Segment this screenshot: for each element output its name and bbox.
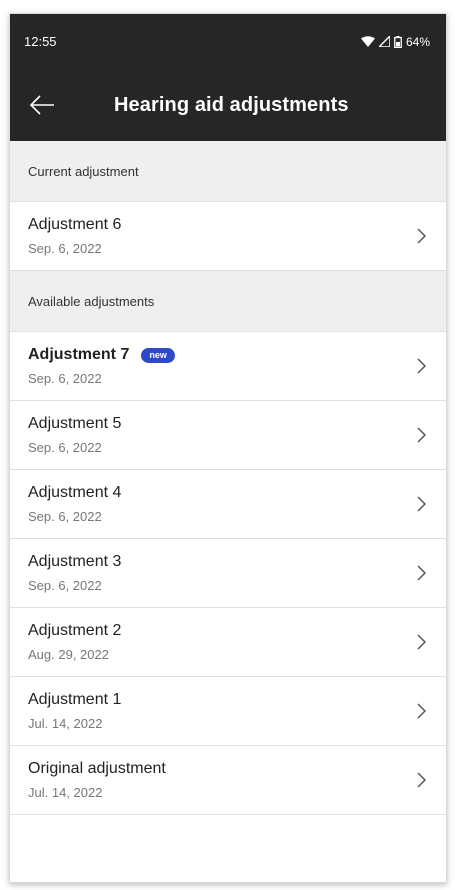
chevron-wrap bbox=[416, 771, 430, 789]
chevron-wrap bbox=[416, 227, 430, 245]
adjustment-row[interactable]: Adjustment 6 Sep. 6, 2022 bbox=[10, 202, 446, 271]
chevron-right-icon bbox=[417, 228, 426, 244]
status-time: 12:55 bbox=[24, 34, 57, 49]
adjustment-title-wrap: Adjustment 6 bbox=[28, 216, 121, 234]
adjustment-title: Adjustment 2 bbox=[28, 622, 122, 639]
status-icons: 64% bbox=[360, 34, 430, 49]
adjustment-date: Sep. 6, 2022 bbox=[28, 440, 102, 455]
adjustment-title-wrap: Adjustment 5 bbox=[28, 415, 121, 433]
adjustment-text: Adjustment 4 Sep. 6, 2022 bbox=[28, 484, 121, 524]
adjustment-date: Sep. 6, 2022 bbox=[28, 241, 102, 256]
arrow-left-icon bbox=[29, 95, 54, 115]
adjustment-title: Adjustment 6 bbox=[28, 216, 122, 233]
status-bar: 12:55 64% bbox=[10, 14, 446, 69]
adjustment-date: Sep. 6, 2022 bbox=[28, 371, 102, 386]
new-badge: new bbox=[141, 347, 175, 363]
adjustment-title: Adjustment 4 bbox=[28, 484, 122, 501]
adjustment-title-wrap: Adjustment 1 bbox=[28, 691, 121, 709]
adjustment-row[interactable]: Adjustment 3 Sep. 6, 2022 bbox=[10, 539, 446, 608]
adjustment-text: Adjustment 3 Sep. 6, 2022 bbox=[28, 553, 121, 593]
section-header-available: Available adjustments bbox=[10, 271, 446, 332]
adjustment-text: Original adjustment Jul. 14, 2022 bbox=[28, 760, 166, 800]
adjustment-row[interactable]: Adjustment 2 Aug. 29, 2022 bbox=[10, 608, 446, 677]
battery-percent: 64% bbox=[405, 34, 430, 49]
adjustment-title: Adjustment 5 bbox=[28, 415, 122, 432]
chevron-wrap bbox=[416, 495, 430, 513]
current-adjustment-list: Adjustment 6 Sep. 6, 2022 bbox=[10, 202, 446, 271]
adjustment-text: Adjustment 7 new Sep. 6, 2022 bbox=[28, 346, 175, 386]
adjustment-title-wrap: Adjustment 4 bbox=[28, 484, 121, 502]
chevron-right-icon bbox=[417, 496, 426, 512]
app-bar: Hearing aid adjustments bbox=[10, 69, 446, 141]
adjustment-title-wrap: Adjustment 2 bbox=[28, 622, 121, 640]
chevron-right-icon bbox=[417, 427, 426, 443]
adjustment-date: Jul. 14, 2022 bbox=[28, 716, 103, 731]
adjustment-date: Sep. 6, 2022 bbox=[28, 509, 102, 524]
adjustment-title-wrap: Adjustment 7 new bbox=[28, 346, 175, 364]
adjustment-title-wrap: Adjustment 3 bbox=[28, 553, 121, 571]
adjustment-row[interactable]: Original adjustment Jul. 14, 2022 bbox=[10, 746, 446, 815]
adjustment-row[interactable]: Adjustment 1 Jul. 14, 2022 bbox=[10, 677, 446, 746]
chevron-right-icon bbox=[417, 358, 426, 374]
adjustment-text: Adjustment 5 Sep. 6, 2022 bbox=[28, 415, 121, 455]
adjustment-title: Original adjustment bbox=[28, 760, 166, 777]
adjustment-row[interactable]: Adjustment 7 new Sep. 6, 2022 bbox=[10, 332, 446, 401]
battery-icon bbox=[394, 35, 402, 48]
adjustment-date: Aug. 29, 2022 bbox=[28, 647, 109, 662]
chevron-wrap bbox=[416, 564, 430, 582]
adjustment-title: Adjustment 7 bbox=[28, 346, 130, 363]
wifi-icon bbox=[360, 36, 375, 47]
adjustment-title: Adjustment 3 bbox=[28, 553, 122, 570]
page-title: Hearing aid adjustments bbox=[114, 93, 349, 116]
chevron-wrap bbox=[416, 426, 430, 444]
adjustment-title-wrap: Original adjustment bbox=[28, 760, 166, 778]
adjustment-title: Adjustment 1 bbox=[28, 691, 122, 708]
chevron-right-icon bbox=[417, 634, 426, 650]
chevron-right-icon bbox=[417, 565, 426, 581]
chevron-right-icon bbox=[417, 703, 426, 719]
adjustment-row[interactable]: Adjustment 4 Sep. 6, 2022 bbox=[10, 470, 446, 539]
adjustment-date: Sep. 6, 2022 bbox=[28, 578, 102, 593]
adjustment-row[interactable]: Adjustment 5 Sep. 6, 2022 bbox=[10, 401, 446, 470]
section-header-current: Current adjustment bbox=[10, 141, 446, 202]
chevron-wrap bbox=[416, 633, 430, 651]
available-adjustments-list: Adjustment 7 new Sep. 6, 2022 Adjustment 5 S… bbox=[10, 332, 446, 815]
chevron-wrap bbox=[416, 702, 430, 720]
adjustment-text: Adjustment 1 Jul. 14, 2022 bbox=[28, 691, 121, 731]
phone-screen: 12:55 64% Hearing aid adjustments Curren… bbox=[9, 13, 447, 883]
adjustment-date: Jul. 14, 2022 bbox=[28, 785, 103, 800]
chevron-wrap bbox=[416, 357, 430, 375]
back-button[interactable] bbox=[10, 69, 74, 141]
adjustment-text: Adjustment 2 Aug. 29, 2022 bbox=[28, 622, 121, 662]
adjustment-text: Adjustment 6 Sep. 6, 2022 bbox=[28, 216, 121, 256]
cell-signal-icon bbox=[378, 36, 390, 47]
chevron-right-icon bbox=[417, 772, 426, 788]
